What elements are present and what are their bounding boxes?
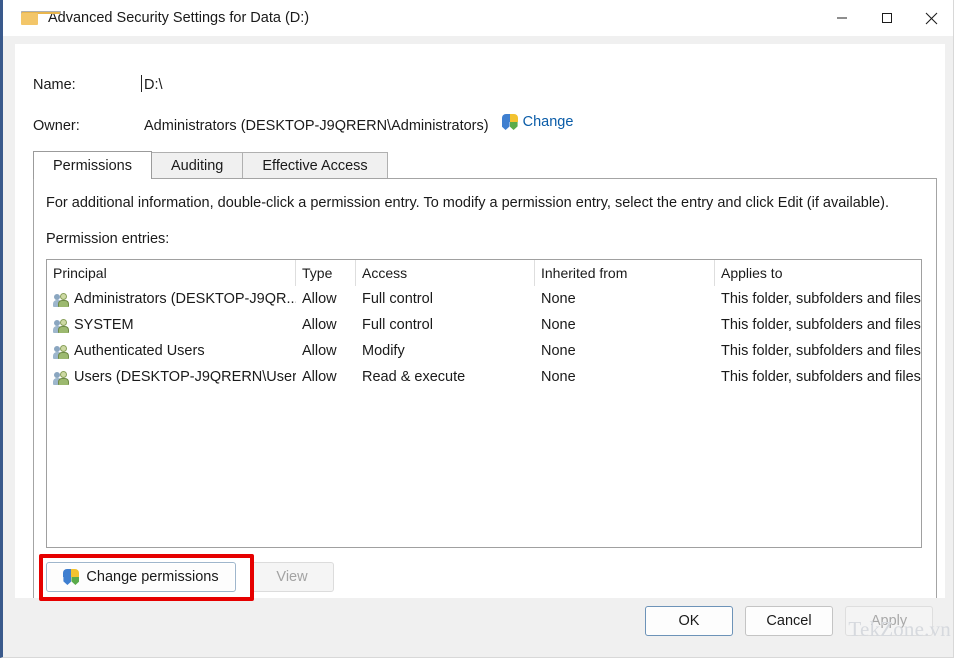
table-row[interactable]: Administrators (DESKTOP-J9QR... Allow Fu… [47,286,921,312]
change-owner-link[interactable]: Change [502,114,574,130]
cell-principal: SYSTEM [47,312,296,338]
owner-row: Owner: Administrators (DESKTOP-J9QRERN\A… [33,114,573,134]
info-text: For additional information, double-click… [46,195,889,211]
change-permissions-button[interactable]: Change permissions [46,562,236,592]
tab-auditing[interactable]: Auditing [151,152,243,179]
cell-principal-text: Administrators (DESKTOP-J9QR... [74,291,296,307]
permission-entries-list[interactable]: Principal Type Access Inherited from App… [46,259,922,548]
permission-entries-label: Permission entries: [46,231,169,247]
cell-type: Allow [296,312,356,338]
cell-inherited-from: None [535,312,715,338]
cell-applies-to: This folder, subfolders and files [715,312,922,338]
cell-applies-to: This folder, subfolders and files [715,286,922,312]
column-header-type[interactable]: Type [296,260,356,286]
owner-value: Administrators (DESKTOP-J9QRERN\Administ… [144,118,489,134]
list-header-row: Principal Type Access Inherited from App… [47,260,921,286]
users-group-icon [53,370,69,385]
close-button[interactable] [909,0,954,36]
users-group-icon [53,344,69,359]
owner-label: Owner: [33,118,144,134]
column-header-access[interactable]: Access [356,260,535,286]
cell-type: Allow [296,286,356,312]
view-button: View [250,562,334,592]
permissions-tab-panel: For additional information, double-click… [33,178,937,608]
cell-type: Allow [296,338,356,364]
change-owner-label: Change [523,114,574,130]
cell-principal-text: Authenticated Users [74,343,205,359]
folder-icon [21,11,38,25]
cell-principal: Administrators (DESKTOP-J9QR... [47,286,296,312]
cell-access: Read & execute [356,364,535,390]
cell-access: Full control [356,286,535,312]
cell-principal: Users (DESKTOP-J9QRERN\Users) [47,364,296,390]
footer-buttons: OK Cancel Apply [645,606,933,636]
tab-permissions-label: Permissions [53,158,132,174]
action-buttons-row: Change permissions View [46,562,334,592]
table-row[interactable]: Authenticated Users Allow Modify None Th… [47,338,921,364]
cell-applies-to: This folder, subfolders and files [715,364,922,390]
tab-strip: Permissions Auditing Effective Access [33,152,387,179]
cell-access: Full control [356,312,535,338]
name-label: Name: [33,77,144,93]
cancel-label: Cancel [766,613,811,629]
cell-access: Modify [356,338,535,364]
table-row[interactable]: Users (DESKTOP-J9QRERN\Users) Allow Read… [47,364,921,390]
window-title: Advanced Security Settings for Data (D:) [48,10,309,26]
name-value: D:\ [144,77,163,93]
ok-label: OK [679,613,700,629]
view-label: View [276,569,307,585]
ok-button[interactable]: OK [645,606,733,636]
advanced-security-settings-window: Advanced Security Settings for Data (D:)… [0,0,954,658]
cell-inherited-from: None [535,364,715,390]
tab-auditing-label: Auditing [171,158,223,174]
minimize-button[interactable] [819,0,864,36]
cell-principal-text: Users (DESKTOP-J9QRERN\Users) [74,369,296,385]
cell-type: Allow [296,364,356,390]
dialog-content: Name: D:\ Owner: Administrators (DESKTOP… [15,44,945,644]
apply-label: Apply [871,613,907,629]
column-header-applies-to[interactable]: Applies to [715,260,922,286]
cell-applies-to: This folder, subfolders and files [715,338,922,364]
tab-effective-access-label: Effective Access [262,158,367,174]
cell-inherited-from: None [535,338,715,364]
column-header-principal[interactable]: Principal [47,260,296,286]
text-caret [141,75,142,92]
uac-shield-icon [502,114,518,130]
column-header-inherited-from[interactable]: Inherited from [535,260,715,286]
tab-permissions[interactable]: Permissions [33,151,152,179]
maximize-button[interactable] [864,0,909,36]
tab-effective-access[interactable]: Effective Access [242,152,387,179]
cancel-button[interactable]: Cancel [745,606,833,636]
cell-principal: Authenticated Users [47,338,296,364]
cell-inherited-from: None [535,286,715,312]
users-group-icon [53,292,69,307]
uac-shield-icon [63,569,79,585]
change-permissions-label: Change permissions [86,569,218,585]
title-bar-left: Advanced Security Settings for Data (D:) [3,10,819,26]
users-group-icon [53,318,69,333]
name-value-text: D:\ [144,77,163,93]
table-row[interactable]: SYSTEM Allow Full control None This fold… [47,312,921,338]
apply-button: Apply [845,606,933,636]
title-bar: Advanced Security Settings for Data (D:) [3,0,954,36]
window-controls [819,0,954,36]
dialog-footer: OK Cancel Apply [15,598,945,644]
cell-principal-text: SYSTEM [74,317,134,333]
tab-panel-seam-cover [22,134,147,136]
name-row: Name: D:\ [33,77,163,93]
